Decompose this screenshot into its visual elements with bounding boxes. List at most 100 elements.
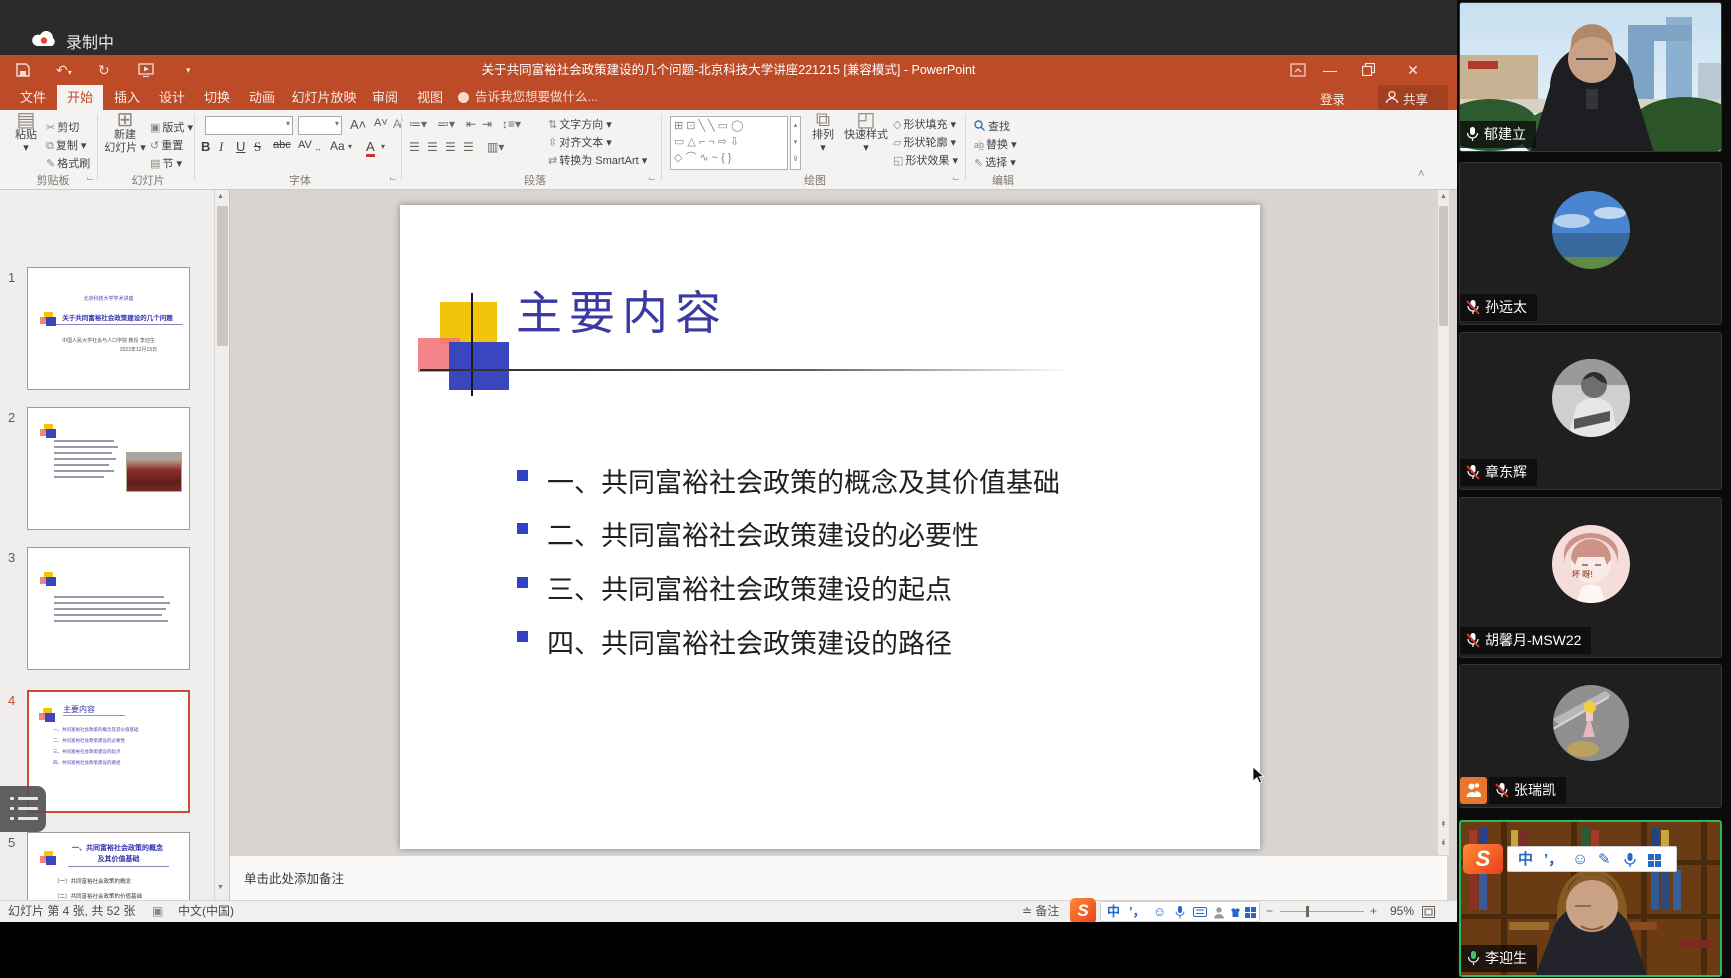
- convert-smartart-button[interactable]: ⇄ 转换为 SmartArt ▾: [548, 152, 647, 168]
- ime-punctuation-icon[interactable]: ’，: [1129, 902, 1146, 922]
- minimize-button[interactable]: —: [1313, 55, 1347, 85]
- notes-toggle-button[interactable]: ≐ 备注: [1022, 901, 1059, 922]
- tab-animations[interactable]: 动画: [241, 85, 283, 110]
- italic-button[interactable]: I: [219, 139, 223, 155]
- slide-thumbnail-3[interactable]: [27, 547, 190, 670]
- restore-button[interactable]: [1362, 63, 1375, 76]
- ime-mode-icon[interactable]: 中: [1107, 902, 1120, 922]
- slide-thumbnail-2[interactable]: [27, 407, 190, 530]
- participant-tile-sunyuantai[interactable]: 孙远太: [1459, 162, 1722, 325]
- tab-design[interactable]: 设计: [151, 85, 193, 110]
- save-icon[interactable]: [16, 63, 30, 77]
- doc-scroll-up-icon[interactable]: ▲: [1440, 193, 1447, 200]
- cut-button[interactable]: ✂ 剪切: [46, 119, 79, 135]
- zoom-percentage[interactable]: 95%: [1390, 901, 1414, 922]
- participant-tile-zhangruikai[interactable]: 张瑞凯: [1459, 664, 1722, 808]
- shape-effects-button[interactable]: ◱ 形状效果 ▾: [893, 152, 958, 168]
- ime-person-icon[interactable]: [1213, 906, 1225, 919]
- slide-thumbnail-1[interactable]: 北京科技大学学术讲座 关于共同富裕社会政策建设的几个问题 中国人民大学社会与人口…: [27, 267, 190, 390]
- share-button[interactable]: 共享: [1378, 85, 1448, 110]
- tab-review[interactable]: 审阅: [364, 85, 406, 110]
- shapes-gallery-scroll[interactable]: ▴ ▾ ⊽: [790, 116, 801, 170]
- participant-tile-liyingsheng-active[interactable]: S 中 ’， ☺ ✎ 李迎生: [1459, 820, 1722, 977]
- align-left-icon[interactable]: ☰: [409, 140, 420, 154]
- ime-emoji-icon[interactable]: ☺: [1572, 847, 1588, 872]
- copy-button[interactable]: ⧉ 复制 ▾: [46, 137, 86, 153]
- align-center-icon[interactable]: ☰: [427, 140, 438, 154]
- clipboard-dialog-launcher-icon[interactable]: ⌙: [86, 173, 94, 184]
- tab-transitions[interactable]: 切换: [196, 85, 238, 110]
- document-scrollbar[interactable]: ▲ ↟ ↡: [1437, 190, 1449, 855]
- close-button[interactable]: ✕: [1396, 55, 1430, 85]
- quick-styles-button[interactable]: ◰ 快速样式 ▾: [842, 110, 890, 155]
- underline-button[interactable]: U: [236, 139, 245, 154]
- replace-button[interactable]: ab̲ 替换 ▾: [974, 136, 1017, 152]
- numbering-icon[interactable]: ≕▾: [437, 117, 455, 131]
- sogou-ime-logo-overlay[interactable]: S: [1463, 844, 1503, 874]
- slide-canvas[interactable]: 主要内容 一、共同富裕社会政策的概念及其价值基础 二、共同富裕社会政策建设的必要…: [400, 205, 1260, 849]
- font-name-select[interactable]: [205, 116, 293, 135]
- qat-customize-icon[interactable]: ▾: [186, 55, 191, 85]
- panel-scroll-up-icon[interactable]: ▲: [217, 193, 224, 200]
- clear-formatting-icon[interactable]: A̸: [393, 117, 401, 131]
- bold-button[interactable]: B: [201, 139, 210, 154]
- section-button[interactable]: ▤ 节 ▾: [150, 155, 182, 171]
- bullets-icon[interactable]: ≔▾: [409, 117, 427, 131]
- columns-icon[interactable]: ▥▾: [487, 140, 504, 154]
- tab-insert[interactable]: 插入: [106, 85, 148, 110]
- shrink-font-icon[interactable]: A˅: [374, 117, 388, 129]
- sign-in-link[interactable]: 登录: [1320, 89, 1345, 108]
- undo-icon[interactable]: ↶▾: [56, 55, 72, 88]
- notes-pane[interactable]: 单击此处添加备注: [230, 855, 1447, 900]
- ime-mode-icon[interactable]: 中: [1518, 847, 1533, 872]
- notes-placeholder[interactable]: 单击此处添加备注: [244, 868, 344, 887]
- indent-increase-icon[interactable]: ⇥: [482, 117, 492, 131]
- align-text-button[interactable]: ⇳ 对齐文本 ▾: [548, 134, 612, 150]
- doc-scroll-thumb[interactable]: [1439, 206, 1448, 326]
- find-button[interactable]: 查找: [974, 118, 1010, 134]
- zoom-slider-thumb[interactable]: [1306, 906, 1309, 917]
- language-status[interactable]: 中文(中国): [178, 901, 234, 922]
- paste-button[interactable]: ▤ 粘贴 ▾: [8, 110, 44, 155]
- shapes-gallery[interactable]: ⊞⊡╲╲▭◯ ▭△⌐¬⇨⇩ ◇⌒∿~{}: [670, 116, 788, 170]
- font-color-button[interactable]: A: [366, 139, 375, 157]
- collapse-ribbon-icon[interactable]: ˄: [1418, 168, 1424, 180]
- arrange-button[interactable]: ⧉ 排列 ▾: [806, 110, 840, 155]
- tab-home[interactable]: 开始: [57, 85, 103, 110]
- tell-me-box[interactable]: 告诉我您想要做什么...: [475, 85, 598, 110]
- ime-keyboard-icon[interactable]: [1193, 907, 1207, 917]
- zoom-out-button[interactable]: −: [1266, 901, 1273, 922]
- display-settings-icon[interactable]: ▣: [152, 901, 163, 922]
- ime-pen-icon[interactable]: ✎: [1598, 847, 1611, 872]
- reset-button[interactable]: ↺ 重置: [150, 137, 183, 153]
- ime-mic-icon[interactable]: [1175, 906, 1185, 919]
- next-slide-icon[interactable]: ↡: [1440, 838, 1447, 847]
- align-right-icon[interactable]: ☰: [445, 140, 456, 154]
- zoom-slider-track[interactable]: [1280, 911, 1364, 912]
- ime-toolbox-icon[interactable]: [1648, 854, 1661, 867]
- zoom-in-button[interactable]: +: [1370, 901, 1377, 922]
- ribbon-options-icon[interactable]: [1290, 63, 1306, 77]
- fit-to-window-icon[interactable]: [1422, 906, 1435, 918]
- line-spacing-icon[interactable]: ↕≡▾: [502, 117, 521, 131]
- grow-font-icon[interactable]: A˄: [350, 117, 366, 132]
- participant-tile-zhangdonghui[interactable]: 章东辉: [1459, 332, 1722, 490]
- ime-emoji-icon[interactable]: ☺: [1153, 902, 1166, 922]
- shape-outline-button[interactable]: ▱ 形状轮廓 ▾: [893, 134, 956, 150]
- drawing-dialog-launcher-icon[interactable]: ⌙: [952, 173, 960, 184]
- previous-slide-icon[interactable]: ↟: [1440, 820, 1447, 829]
- strikethrough-button[interactable]: S: [254, 139, 261, 155]
- tab-slideshow[interactable]: 幻灯片放映: [286, 85, 362, 110]
- panel-scroll-thumb[interactable]: [217, 206, 228, 346]
- layout-button[interactable]: ▣ 版式 ▾: [150, 119, 193, 135]
- character-spacing-icon[interactable]: AV: [298, 139, 312, 151]
- slideshow-icon[interactable]: [138, 63, 154, 77]
- abc-strike-icon[interactable]: abc: [273, 139, 291, 151]
- tab-view[interactable]: 视图: [409, 85, 451, 110]
- panel-scrollbar[interactable]: ▲ ▼: [214, 190, 229, 900]
- font-size-select[interactable]: [298, 116, 342, 135]
- format-painter-button[interactable]: ✎ 格式刷: [46, 155, 90, 171]
- ime-skin-icon[interactable]: [1229, 907, 1242, 918]
- indent-decrease-icon[interactable]: ⇤: [466, 117, 476, 131]
- annotation-toolbar-handle[interactable]: [0, 786, 46, 832]
